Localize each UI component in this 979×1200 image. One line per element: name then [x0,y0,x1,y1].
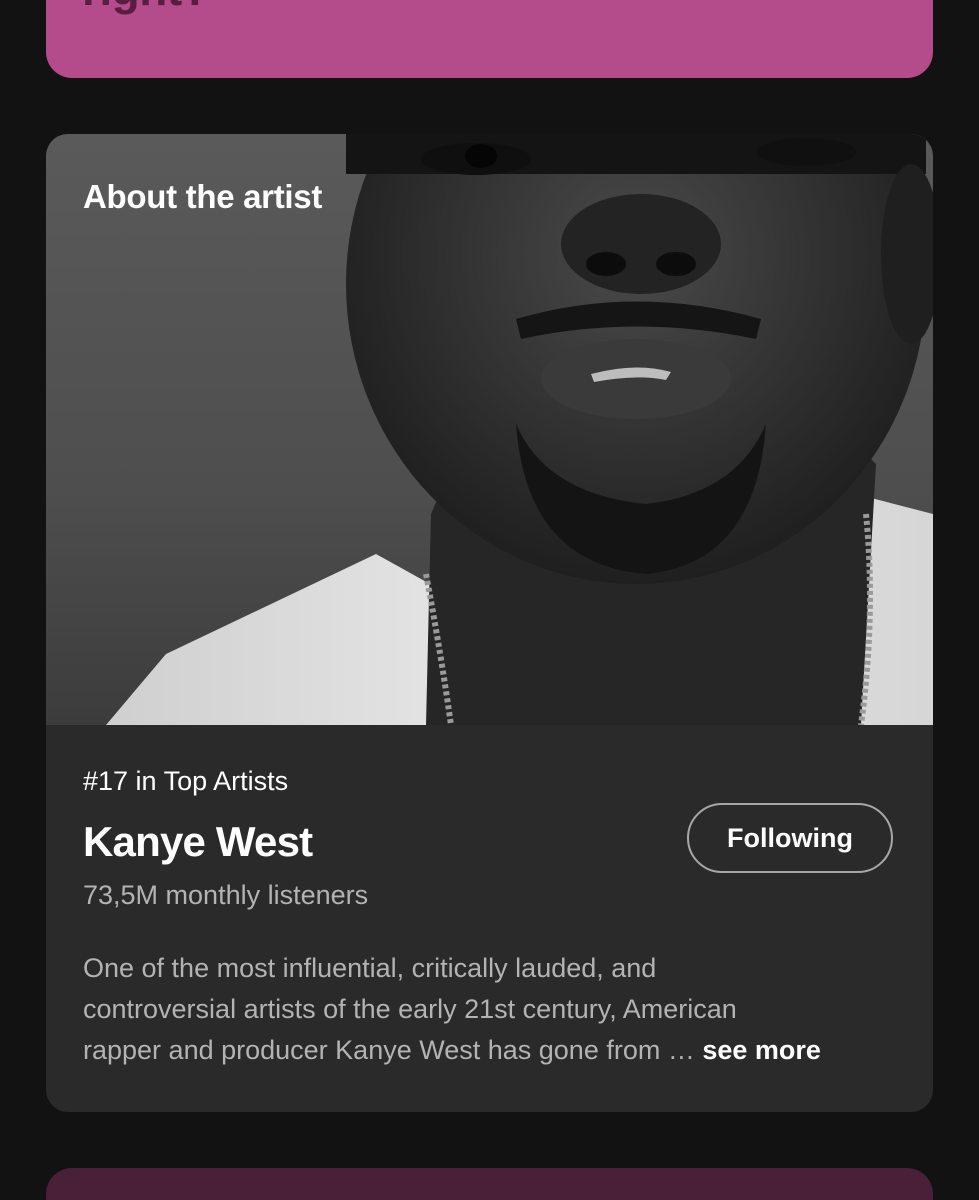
now-playing-scroll-view[interactable]: right? [0,0,979,1200]
monthly-listeners: 73,5M monthly listeners [83,880,369,910]
artist-name[interactable]: Kanye West [83,818,313,866]
artist-portrait-image [106,134,933,725]
artist-rank: #17 in Top Artists [83,766,289,796]
following-button[interactable]: Following [687,803,893,873]
next-section-card[interactable] [46,1168,933,1200]
lyrics-text: right? [82,0,210,12]
artist-bio[interactable]: One of the most influential, critically … [83,948,903,1071]
bio-line: One of the most influential, critically … [83,953,657,983]
bio-line-text: rapper and producer Kanye West has gone … [83,1035,695,1065]
about-artist-card[interactable]: About the artist #17 in Top Artists Kany… [46,134,933,1112]
see-more-link[interactable]: see more [702,1035,821,1065]
artist-photo: About the artist [46,134,933,725]
about-artist-title: About the artist [83,178,323,215]
bio-line: rapper and producer Kanye West has gone … [83,1030,903,1071]
bio-line: controversial artists of the early 21st … [83,994,737,1024]
lyrics-card[interactable]: right? [46,0,933,78]
